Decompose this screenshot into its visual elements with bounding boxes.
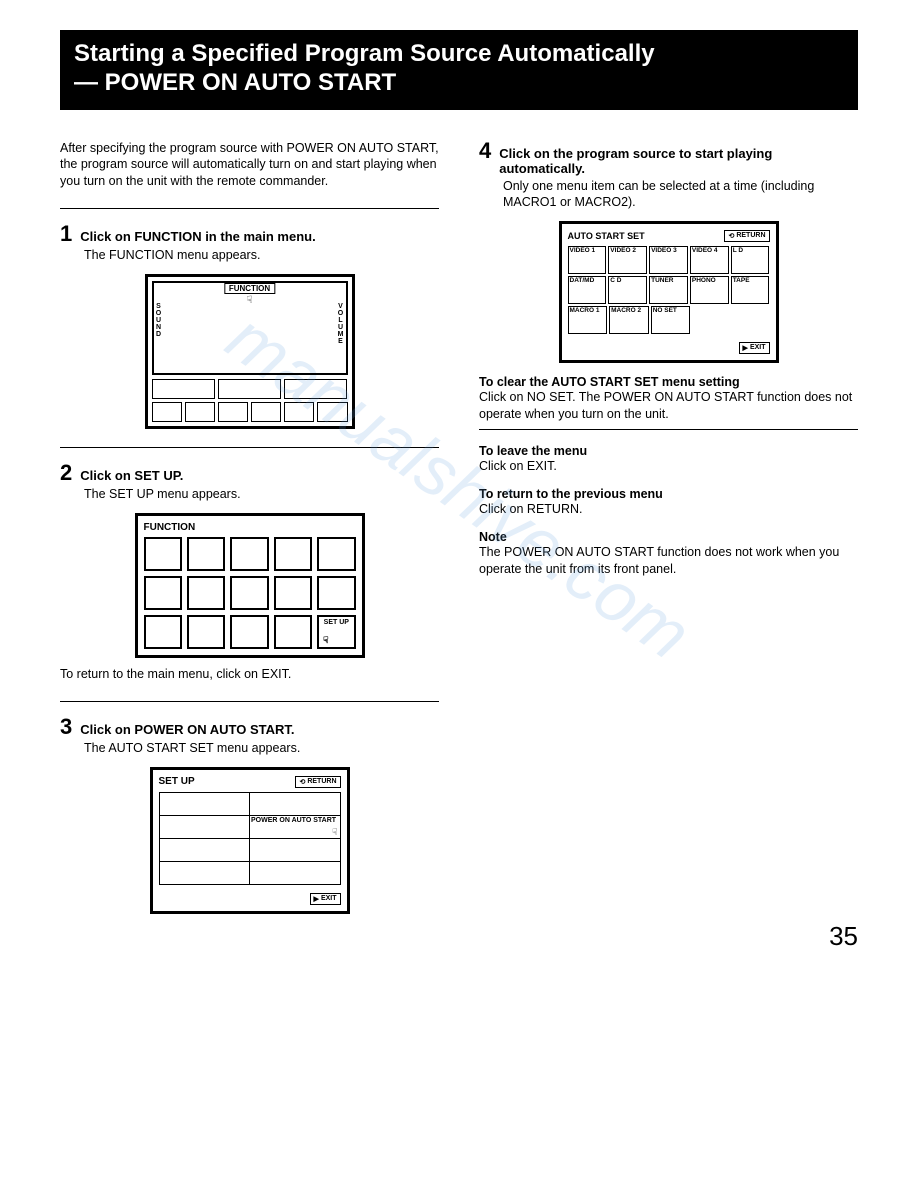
step-1-subtitle: The FUNCTION menu appears. (84, 247, 439, 264)
step-3-number: 3 (60, 716, 72, 738)
step-4-subtitle: Only one menu item can be selected at a … (503, 178, 858, 212)
step-3-subtitle: The AUTO START SET menu appears. (84, 740, 439, 757)
source-macro2: MACRO 2 (611, 308, 647, 315)
step-1-number: 1 (60, 223, 72, 245)
source-noset: NO SET (653, 308, 689, 315)
cursor-icon: ☟ (332, 827, 337, 838)
power-on-auto-start-label: POWER ON AUTO START (251, 817, 339, 824)
step-4-number: 4 (479, 140, 491, 162)
step-2-number: 2 (60, 462, 72, 484)
return-button: ⟲RETURN (295, 776, 340, 788)
function-header: FUNCTION (144, 522, 196, 533)
source-video1: VIDEO 1 (570, 248, 605, 255)
step-2-title: Click on SET UP. (80, 468, 183, 483)
setup-header: SET UP (159, 776, 195, 787)
previous-heading: To return to the previous menu (479, 487, 858, 501)
step-4-title: Click on the program source to start pla… (499, 146, 858, 176)
step-2-return-text: To return to the main menu, click on EXI… (60, 666, 439, 683)
step-4: 4 Click on the program source to start p… (479, 140, 858, 578)
separator (60, 701, 439, 702)
separator (60, 208, 439, 209)
source-video3: VIDEO 3 (651, 248, 686, 255)
source-video4: VIDEO 4 (692, 248, 727, 255)
step-1-diagram: FUNCTION ☟ SOUND VOLUME (145, 274, 355, 429)
source-tape: TAPE (733, 278, 768, 285)
previous-text: Click on RETURN. (479, 501, 858, 518)
left-column: After specifying the program source with… (60, 140, 439, 932)
auto-start-set-header: AUTO START SET (568, 231, 645, 241)
sound-label: SOUND (155, 303, 163, 338)
clear-heading: To clear the AUTO START SET menu setting (479, 375, 858, 389)
function-label: FUNCTION (224, 283, 275, 294)
cursor-icon: ☟ (323, 635, 328, 646)
step-1-title: Click on FUNCTION in the main menu. (80, 229, 315, 244)
leave-text: Click on EXIT. (479, 458, 858, 475)
return-button: ⟲RETURN (724, 230, 769, 242)
step-1: 1 Click on FUNCTION in the main menu. Th… (60, 223, 439, 429)
clear-text: Click on NO SET. The POWER ON AUTO START… (479, 389, 858, 423)
separator (479, 429, 858, 430)
step-2: 2 Click on SET UP. The SET UP menu appea… (60, 462, 439, 683)
source-video2: VIDEO 2 (610, 248, 645, 255)
intro-text: After specifying the program source with… (60, 140, 439, 191)
exit-button: ▶EXIT (310, 893, 341, 905)
cursor-icon: ☟ (246, 295, 252, 306)
leave-heading: To leave the menu (479, 444, 858, 458)
title-line-2: — POWER ON AUTO START (74, 69, 844, 98)
source-tuner: TUNER (651, 278, 686, 285)
separator (60, 447, 439, 448)
step-2-subtitle: The SET UP menu appears. (84, 486, 439, 503)
step-4-diagram: AUTO START SET ⟲RETURN VIDEO 1 VIDEO 2 V… (559, 221, 779, 363)
page-number: 35 (829, 921, 858, 952)
source-phono: PHONO (692, 278, 727, 285)
right-column: 4 Click on the program source to start p… (479, 140, 858, 932)
title-line-1: Starting a Specified Program Source Auto… (74, 40, 844, 69)
section-title: Starting a Specified Program Source Auto… (60, 30, 858, 110)
note-text: The POWER ON AUTO START function does no… (479, 544, 858, 578)
step-3: 3 Click on POWER ON AUTO START. The AUTO… (60, 716, 439, 914)
note-heading: Note (479, 530, 858, 544)
step-3-title: Click on POWER ON AUTO START. (80, 722, 294, 737)
source-ld: L D (733, 248, 768, 255)
exit-button: ▶EXIT (739, 342, 770, 354)
source-datmd: DAT/MD (570, 278, 605, 285)
step-2-diagram: FUNCTION SET UP ☟ (135, 513, 365, 658)
setup-label: SET UP (321, 619, 351, 626)
step-3-diagram: SET UP ⟲RETURN POWER ON AUTO START ☟ ▶EXI… (150, 767, 350, 914)
source-cd: C D (610, 278, 645, 285)
source-macro1: MACRO 1 (570, 308, 606, 315)
volume-label: VOLUME (337, 303, 345, 345)
